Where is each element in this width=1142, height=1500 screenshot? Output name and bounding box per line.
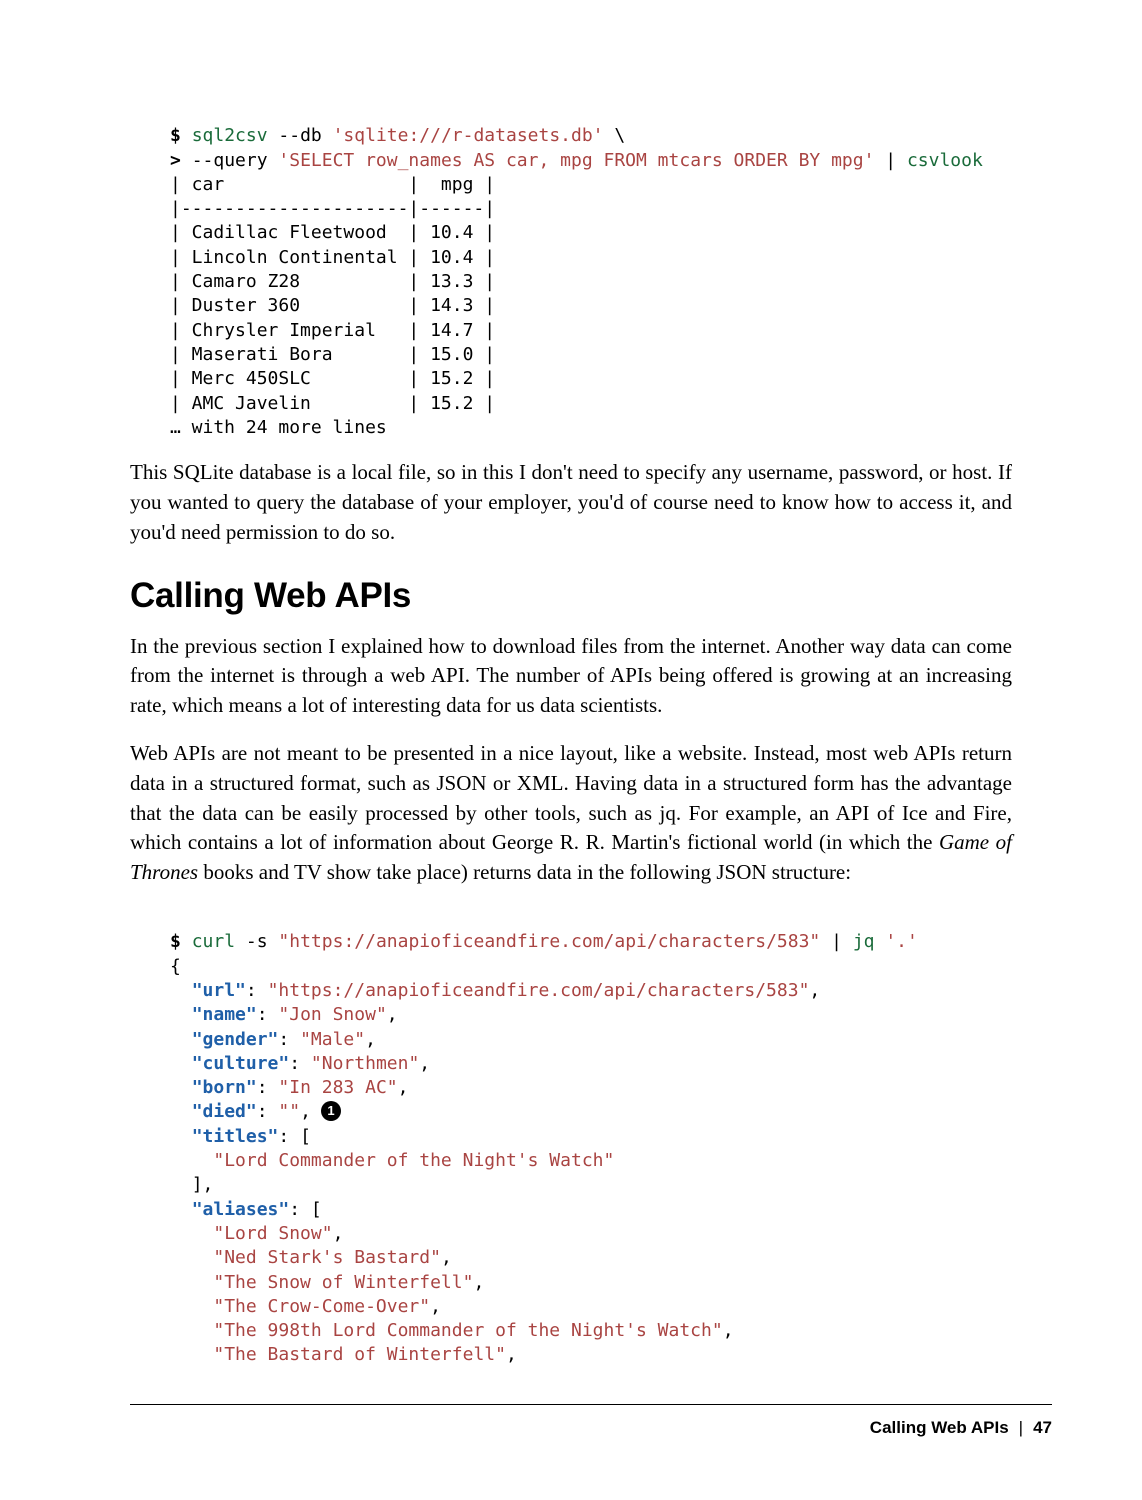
prompt-cont: > (170, 150, 181, 171)
paragraph-intro: In the previous section I explained how … (130, 632, 1012, 721)
json-value: "In 283 AC" (278, 1077, 397, 1098)
json-key: "died" (192, 1101, 257, 1122)
prompt-symbol: $ (170, 931, 181, 952)
paragraph-api-desc: Web APIs are not meant to be presented i… (130, 739, 1012, 888)
json-array-item: "The Bastard of Winterfell" (213, 1344, 506, 1365)
json-value: "Jon Snow" (278, 1004, 386, 1025)
para-text: books and TV show take place) returns da… (198, 860, 851, 884)
section-heading: Calling Web APIs (130, 576, 1012, 616)
json-array-item: "The 998th Lord Commander of the Night's… (213, 1320, 722, 1341)
json-key: "aliases" (192, 1199, 290, 1220)
query-string: 'SELECT row_names AS car, mpg FROM mtcar… (278, 150, 874, 171)
json-array-item: "Lord Snow" (213, 1223, 332, 1244)
json-array-item: "Lord Commander of the Night's Watch" (213, 1150, 614, 1171)
table-row: | Duster 360 | 14.3 | (170, 295, 495, 316)
footer-section: Calling Web APIs (870, 1418, 1009, 1437)
json-value: "Northmen" (311, 1053, 419, 1074)
json-array-close: ], (192, 1174, 214, 1195)
json-key: "born" (192, 1077, 257, 1098)
curl-flags: -s (246, 931, 268, 952)
table-row: | AMC Javelin | 15.2 | (170, 393, 495, 414)
footer-rule (130, 1404, 1052, 1405)
db-string: 'sqlite:///r-datasets.db' (333, 125, 604, 146)
json-value: "" (278, 1101, 300, 1122)
table-row: | Cadillac Fleetwood | 10.4 | (170, 222, 495, 243)
json-value: "https://anapioficeandfire.com/api/chara… (268, 980, 810, 1001)
table-row: | Camaro Z28 | 13.3 | (170, 271, 495, 292)
flag-query: --query (192, 150, 268, 171)
json-key: "name" (192, 1004, 257, 1025)
footer-separator: | (1019, 1418, 1023, 1437)
prompt-symbol: $ (170, 125, 181, 146)
pipe-symbol: | (885, 150, 896, 171)
table-rule: |---------------------|------| (170, 198, 495, 219)
json-key: "gender" (192, 1029, 279, 1050)
more-lines: … with 24 more lines (170, 417, 387, 438)
footer-page-number: 47 (1033, 1418, 1052, 1437)
url-string: "https://anapioficeandfire.com/api/chara… (278, 931, 820, 952)
table-row: | Lincoln Continental | 10.4 | (170, 247, 495, 268)
json-array-item: "The Crow-Come-Over" (213, 1296, 430, 1317)
pipe-symbol: | (831, 931, 842, 952)
callout-1-icon: 1 (321, 1101, 341, 1121)
para-text: Web APIs are not meant to be presented i… (130, 741, 1012, 854)
json-key: "culture" (192, 1053, 290, 1074)
code-block-curl: $ curl -s "https://anapioficeandfire.com… (170, 906, 1012, 1368)
json-array-item: "The Snow of Winterfell" (213, 1272, 473, 1293)
jq-arg: '.' (885, 931, 918, 952)
command-csvlook: csvlook (907, 150, 983, 171)
json-key: "titles" (192, 1126, 279, 1147)
json-open-brace: { (170, 956, 181, 977)
json-value: "Male" (300, 1029, 365, 1050)
command-sql2csv: sql2csv (192, 125, 268, 146)
json-array-item: "Ned Stark's Bastard" (213, 1247, 441, 1268)
code-block-sql: $ sql2csv --db 'sqlite:///r-datasets.db'… (170, 100, 1012, 440)
line-continuation: \ (614, 125, 625, 146)
paragraph-sqlite-note: This SQLite database is a local file, so… (130, 458, 1012, 547)
command-curl: curl (192, 931, 235, 952)
command-jq: jq (853, 931, 875, 952)
flag-db: --db (278, 125, 321, 146)
table-row: | Maserati Bora | 15.0 | (170, 344, 495, 365)
table-row: | Merc 450SLC | 15.2 | (170, 368, 495, 389)
table-row: | Chrysler Imperial | 14.7 | (170, 320, 495, 341)
page-footer: Calling Web APIs | 47 (870, 1418, 1052, 1438)
table-header: | car | mpg | (170, 174, 495, 195)
json-key: "url" (192, 980, 246, 1001)
